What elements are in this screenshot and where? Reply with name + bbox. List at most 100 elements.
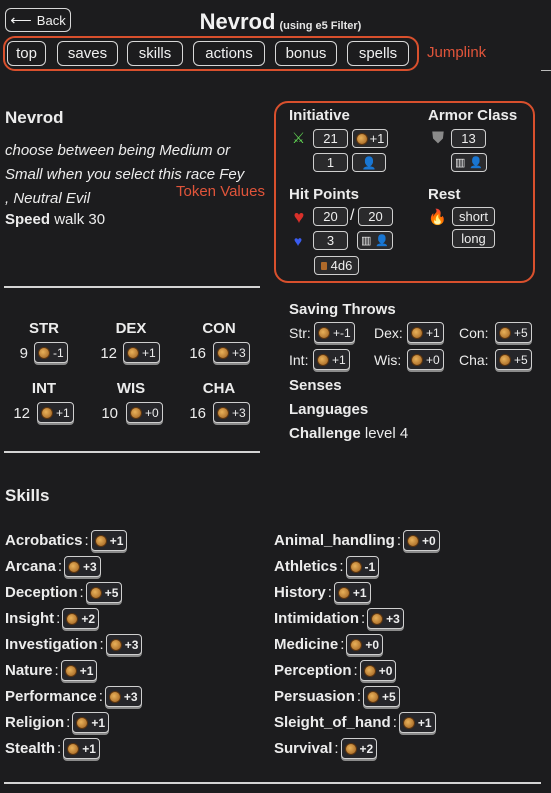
jump-bonus[interactable]: bonus	[275, 41, 337, 66]
skill-mod[interactable]: +3	[105, 634, 143, 655]
save-mod-cha[interactable]: +5	[495, 349, 532, 370]
skill-mod[interactable]: +1	[60, 660, 98, 681]
save-mod-value: +1	[332, 352, 346, 367]
skill-mod-value: +2	[359, 741, 374, 756]
save-mod-wis[interactable]: +0	[407, 349, 444, 370]
skill-mod-value: +1	[82, 741, 96, 756]
languages-label: Languages	[289, 401, 369, 418]
skill-mod-value: +3	[83, 559, 97, 574]
skill-mod-value: +0	[422, 533, 436, 548]
save-mod-value: +5	[514, 352, 528, 367]
save-mod-int[interactable]: +1	[313, 349, 350, 370]
save-mod-value: +5	[514, 325, 528, 340]
die-icon	[407, 534, 420, 547]
ability-mod-con[interactable]: +3	[213, 342, 250, 363]
skill-mod[interactable]: -1	[345, 556, 380, 577]
hp-current[interactable]: 20	[313, 207, 348, 226]
die-icon	[344, 742, 357, 755]
skill-name: Insight	[5, 610, 55, 627]
skill-mod[interactable]: +2	[62, 608, 100, 629]
skill-mod[interactable]: +0	[346, 634, 384, 655]
die-icon	[217, 406, 229, 419]
skill-mod-value: +0	[378, 663, 393, 678]
skill-row: Investigation: +3	[5, 634, 143, 655]
skill-row: Nature: +1	[5, 660, 98, 681]
die-icon	[89, 586, 102, 599]
skill-name: Deception	[5, 584, 78, 601]
skill-mod-value: +3	[124, 637, 139, 652]
initiative-mod[interactable]: +1	[352, 129, 388, 148]
skill-mod[interactable]: +1	[72, 712, 110, 733]
hp-max[interactable]: 20	[358, 207, 393, 226]
skill-mod[interactable]: +3	[367, 608, 404, 629]
skill-colon: :	[54, 662, 59, 679]
challenge-value: level 4	[364, 425, 409, 442]
skill-mod[interactable]: +1	[63, 738, 100, 759]
person-button[interactable]: 👤	[352, 153, 386, 172]
hp-temp[interactable]: 3	[313, 231, 348, 250]
skill-colon: :	[79, 584, 84, 601]
skill-mod-value: -1	[364, 559, 376, 574]
armor-value[interactable]: 13	[451, 129, 486, 148]
skill-row: Survival: +2	[274, 738, 378, 759]
ability-mod-dex[interactable]: +1	[123, 342, 160, 363]
die-icon	[41, 406, 53, 419]
skills-title: Skills	[5, 486, 50, 505]
speed: Speed walk 30	[5, 211, 105, 228]
skill-name: Intimidation	[274, 610, 359, 627]
jump-saves[interactable]: saves	[57, 41, 118, 66]
jump-spells[interactable]: spells	[347, 41, 409, 66]
page-header: Nevrod (using e5 Filter)	[0, 9, 551, 35]
save-mod-value: +-1	[333, 325, 351, 340]
skill-row: Deception: +5	[5, 582, 123, 603]
heart-icon: ♥	[293, 206, 305, 227]
skill-mod[interactable]: +0	[403, 530, 440, 551]
skill-colon: :	[396, 532, 402, 549]
race-line: choose between being Medium or	[5, 142, 231, 159]
skill-mod-value: +2	[81, 611, 96, 626]
save-mod-dex[interactable]: +1	[407, 322, 444, 343]
initiative-alt[interactable]: 1	[313, 153, 348, 172]
ability-mod-cha[interactable]: +3	[213, 402, 250, 423]
jump-actions[interactable]: actions	[193, 41, 265, 66]
jump-top[interactable]: top	[7, 41, 46, 66]
short-rest-button[interactable]: short	[452, 207, 495, 226]
jump-skills[interactable]: skills	[127, 41, 183, 66]
map-person-button[interactable]: ▥ 👤	[357, 231, 393, 250]
skill-mod[interactable]: +2	[340, 738, 378, 759]
skill-row: Insight: +2	[5, 608, 100, 629]
skill-row: Animal_handling: +0	[274, 530, 440, 551]
long-rest-button[interactable]: long	[452, 229, 495, 248]
skill-mod[interactable]: +3	[64, 556, 101, 577]
skill-mod[interactable]: +3	[104, 686, 142, 707]
skill-row: Performance: +3	[5, 686, 142, 707]
die-icon	[499, 326, 511, 339]
ability-mod-str[interactable]: -1	[34, 342, 68, 363]
skill-row: History: +1	[274, 582, 371, 603]
skill-mod[interactable]: +5	[363, 686, 400, 707]
die-icon	[499, 353, 511, 366]
map-person-button[interactable]: ▥ 👤	[451, 153, 487, 172]
skill-colon: :	[334, 740, 339, 757]
initiative-title: Initiative	[289, 107, 350, 124]
ability-label-wis: WIS	[116, 380, 146, 397]
skill-colon: :	[361, 610, 366, 627]
skill-row: Persuasion: +5	[274, 686, 400, 707]
die-icon	[68, 560, 81, 573]
challenge: Challenge level 4	[289, 425, 408, 442]
save-mod-str[interactable]: +-1	[314, 322, 355, 343]
die-icon	[350, 638, 363, 651]
initiative-value[interactable]: 21	[313, 129, 348, 148]
hit-dice-value: 4d6	[330, 258, 353, 273]
skill-row: Stealth: +1	[5, 738, 100, 759]
hit-dice[interactable]: 4d6	[314, 256, 359, 275]
skill-mod[interactable]: +1	[90, 530, 128, 551]
skill-mod[interactable]: +1	[333, 582, 371, 603]
ability-mod-int[interactable]: +1	[37, 402, 74, 423]
ability-mod-wis[interactable]: +0	[126, 402, 163, 423]
skill-row: Medicine: +0	[274, 634, 384, 655]
save-mod-con[interactable]: +5	[495, 322, 532, 343]
skill-mod[interactable]: +1	[398, 712, 436, 733]
skill-mod[interactable]: +5	[85, 582, 123, 603]
skill-mod[interactable]: +0	[359, 660, 397, 681]
